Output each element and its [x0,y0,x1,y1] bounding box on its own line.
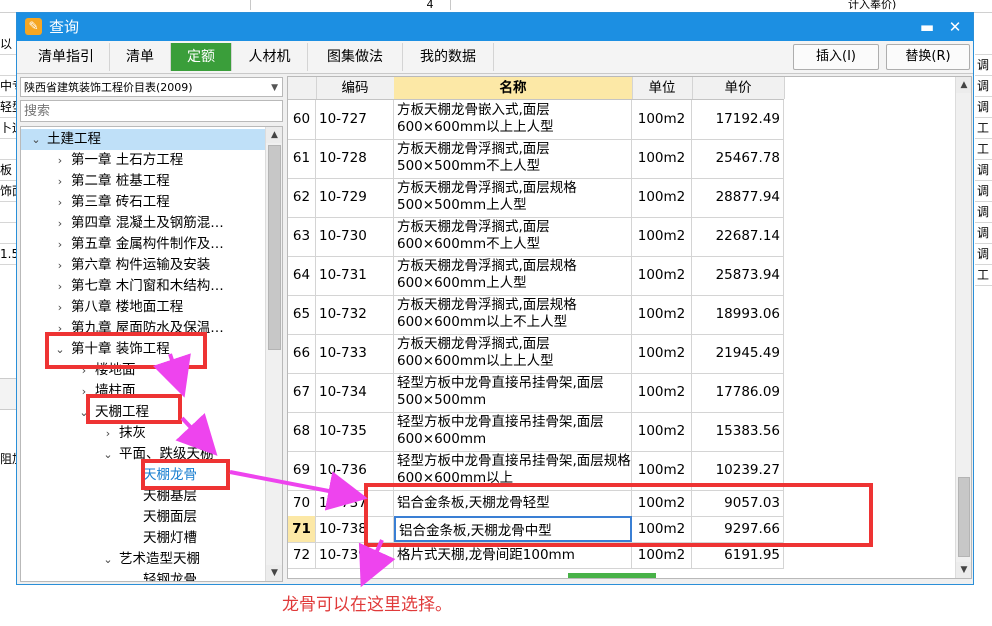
arrow-icon [358,539,396,588]
arrow-icon [175,412,218,456]
annotation-note: 龙骨可以在这里选择。 [282,595,452,615]
arrow-icon [152,353,191,398]
arrow-icon [229,470,368,511]
annotation-arrows [152,353,396,588]
